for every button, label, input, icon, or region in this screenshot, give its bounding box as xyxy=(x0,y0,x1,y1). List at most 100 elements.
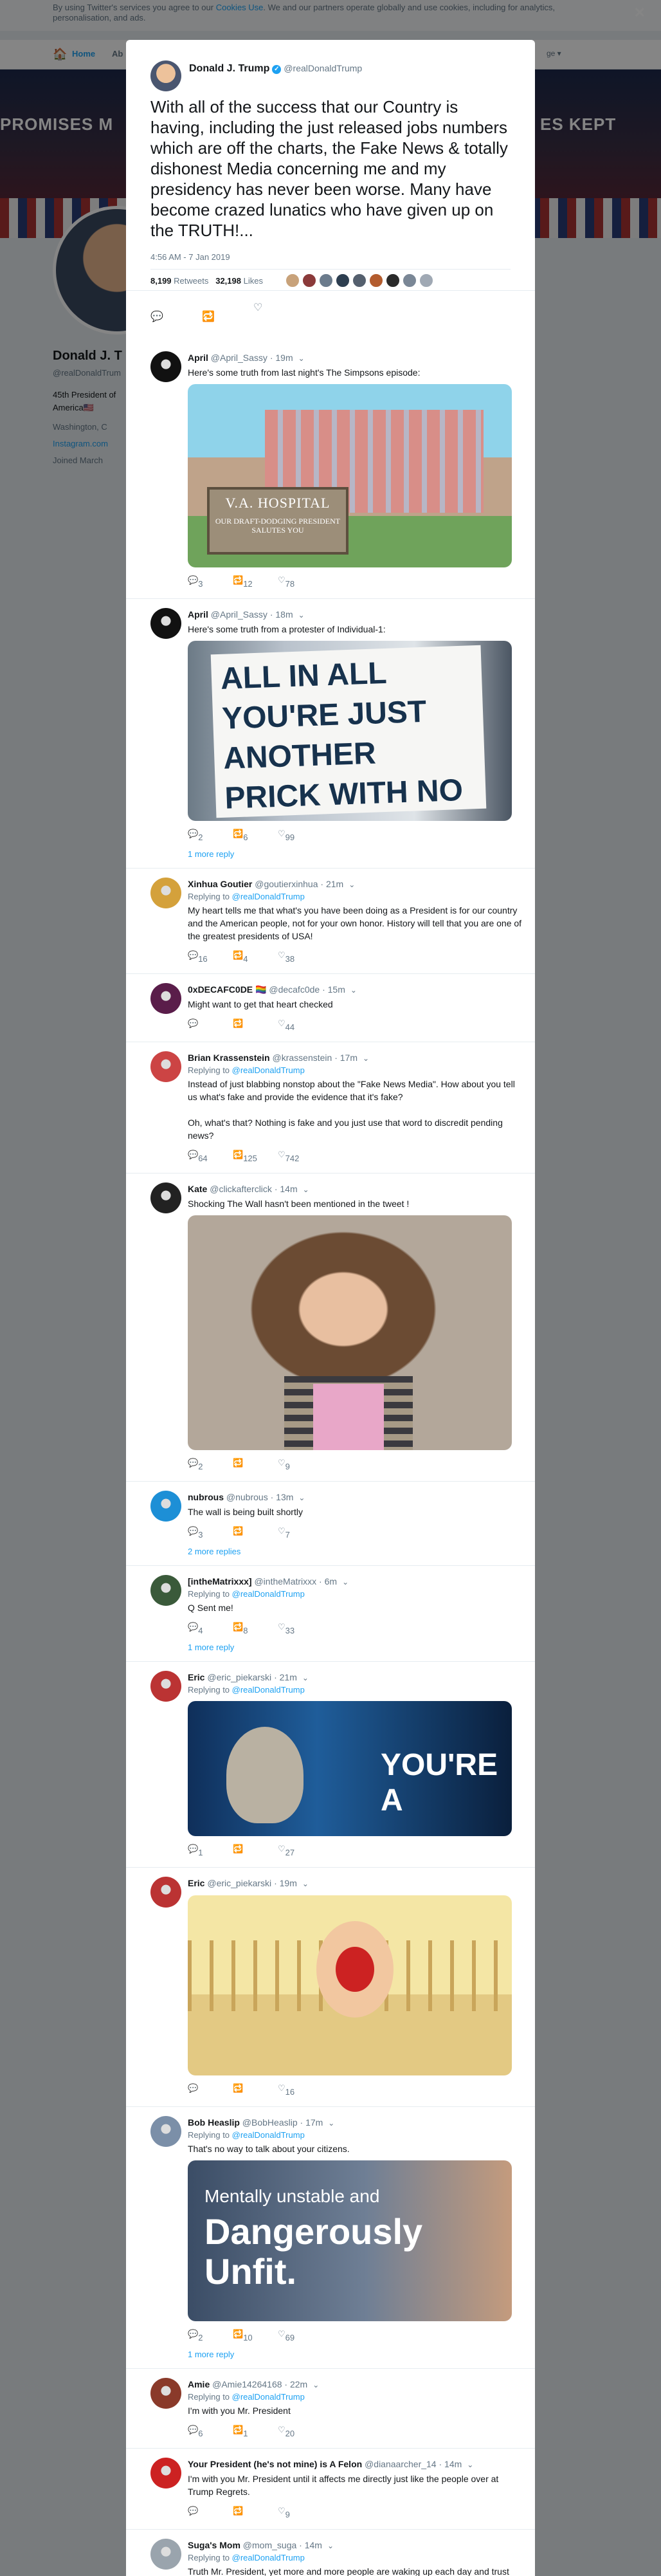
retweet-icon[interactable]: 🔁 xyxy=(233,2083,243,2093)
replying-to-handle[interactable]: @realDonaldTrump xyxy=(232,2553,305,2562)
chevron-down-icon[interactable]: ⌄ xyxy=(302,1879,309,1888)
reply-gif[interactable] xyxy=(188,1895,512,2075)
reply-tweet[interactable]: nubrous @nubrous · 13m ⌄ The wall is being… xyxy=(126,1482,535,1566)
reply-tweet[interactable]: Your President (he's not mine) is A Felo… xyxy=(126,2449,535,2530)
reply-tweet[interactable]: 0xDECAFC0DE 🏳️‍🌈 @decafc0de · 15m ⌄ Might … xyxy=(126,974,535,1042)
reply-image[interactable]: V.A. HOSPITAL OUR DRAFT-DODGING PRESIDENT… xyxy=(188,384,512,567)
liker-avatar[interactable] xyxy=(285,273,300,288)
like-icon[interactable]: ♡ 27 xyxy=(278,1844,294,1857)
reply-icon[interactable]: 💬 16 xyxy=(188,950,208,964)
avatar[interactable] xyxy=(150,2116,181,2147)
chevron-down-icon[interactable]: ⌄ xyxy=(302,1673,309,1682)
retweet-count[interactable]: 8,199 xyxy=(150,276,172,286)
like-count[interactable]: 32,198 xyxy=(215,276,241,286)
tweet-author[interactable]: Donald J. Trump ✓ @realDonaldTrump xyxy=(189,63,362,75)
chevron-down-icon[interactable]: ⌄ xyxy=(298,611,305,620)
like-icon[interactable]: ♡ 99 xyxy=(278,829,294,842)
retweet-icon[interactable]: 🔁 8 xyxy=(233,1622,248,1635)
avatar[interactable] xyxy=(150,1877,181,1908)
avatar[interactable] xyxy=(150,1671,181,1702)
reply-author-name[interactable]: Your President (he's not mine) is A Felo… xyxy=(188,2459,362,2469)
liker-avatar[interactable] xyxy=(336,273,350,288)
avatar[interactable] xyxy=(150,1575,181,1606)
avatar[interactable] xyxy=(150,1182,181,1213)
retweet-icon[interactable]: 🔁 1 xyxy=(233,2425,248,2438)
avatar[interactable] xyxy=(150,983,181,1014)
retweet-icon[interactable]: 🔁 xyxy=(233,2506,243,2516)
retweet-icon[interactable]: 🔁 xyxy=(233,1526,243,1536)
reply-author-name[interactable]: Amie xyxy=(188,2379,210,2389)
reply-author-name[interactable]: [intheMatrixxx] xyxy=(188,1576,252,1587)
chevron-down-icon[interactable]: ⌄ xyxy=(298,354,305,363)
reply-icon[interactable]: 💬 3 xyxy=(188,1526,203,1540)
retweet-icon[interactable]: 🔁 10 xyxy=(233,2329,253,2342)
reply-time[interactable]: 18m xyxy=(275,609,293,620)
reply-tweet[interactable]: Brian Krassenstein @krassenstein · 17m ⌄ R… xyxy=(126,1042,535,1173)
reply-author-name[interactable]: Suga's Mom xyxy=(188,2540,240,2550)
replying-to-handle[interactable]: @realDonaldTrump xyxy=(232,2130,305,2140)
avatar[interactable] xyxy=(150,2539,181,2570)
more-replies-link[interactable]: 1 more reply xyxy=(188,845,522,861)
reply-author-name[interactable]: Xinhua Goutier xyxy=(188,879,252,889)
reply-tweet[interactable]: April @April_Sassy · 19m ⌄ Here's some tru… xyxy=(126,342,535,599)
tweet-timestamp[interactable]: 4:56 AM - 7 Jan 2019 xyxy=(150,252,230,262)
reply-icon[interactable]: 💬 xyxy=(188,1018,198,1029)
retweet-icon[interactable]: 🔁 xyxy=(233,1844,243,1854)
like-icon[interactable]: ♡ 20 xyxy=(278,2425,294,2438)
chevron-down-icon[interactable]: ⌄ xyxy=(328,2119,334,2128)
liker-avatar[interactable] xyxy=(319,273,333,288)
reply-icon[interactable]: 💬 xyxy=(150,310,163,323)
avatar[interactable] xyxy=(150,2458,181,2489)
reply-icon[interactable]: 💬 2 xyxy=(188,2329,203,2342)
liker-avatar[interactable] xyxy=(386,273,400,288)
like-icon[interactable]: ♡ 78 xyxy=(278,575,294,589)
reply-time[interactable]: 15m xyxy=(328,984,345,995)
reply-time[interactable]: 19m xyxy=(275,353,293,363)
like-icon[interactable]: ♡ 9 xyxy=(278,2506,290,2519)
chevron-down-icon[interactable]: ⌄ xyxy=(298,1493,305,1502)
liker-avatars[interactable] xyxy=(285,273,436,290)
liker-avatar[interactable] xyxy=(302,273,316,288)
liker-avatar[interactable] xyxy=(419,273,433,288)
like-icon[interactable]: ♡ 69 xyxy=(278,2329,294,2342)
avatar[interactable] xyxy=(150,878,181,908)
avatar[interactable] xyxy=(150,608,181,639)
reply-icon[interactable]: 💬 4 xyxy=(188,1622,203,1635)
reply-tweet[interactable]: Amie @Amie14264168 · 22m ⌄ Replying to @re… xyxy=(126,2369,535,2449)
replying-to-handle[interactable]: @realDonaldTrump xyxy=(232,1589,305,1599)
reply-time[interactable]: 21m xyxy=(280,1672,297,1682)
avatar[interactable] xyxy=(150,2378,181,2409)
liker-avatar[interactable] xyxy=(352,273,367,288)
reply-author-name[interactable]: April xyxy=(188,609,208,620)
reply-icon[interactable]: 💬 1 xyxy=(188,1844,203,1857)
avatar[interactable] xyxy=(150,60,181,91)
reply-author-name[interactable]: 0xDECAFC0DE 🏳️‍🌈 xyxy=(188,984,266,995)
chevron-down-icon[interactable]: ⌄ xyxy=(349,880,355,889)
like-icon[interactable]: ♡ 7 xyxy=(278,1526,290,1540)
reply-author-name[interactable]: Brian Krassenstein xyxy=(188,1053,270,1063)
reply-tweet[interactable]: Xinhua Goutier @goutierxinhua · 21m ⌄ Repl… xyxy=(126,869,535,974)
reply-author-name[interactable]: Eric xyxy=(188,1878,204,1888)
like-icon[interactable]: ♡ 742 xyxy=(278,1150,299,1163)
avatar[interactable] xyxy=(150,1491,181,1522)
avatar[interactable] xyxy=(150,351,181,382)
more-replies-link[interactable]: 1 more reply xyxy=(188,1639,522,1655)
reply-time[interactable]: 21m xyxy=(326,879,343,889)
like-icon[interactable]: ♡ 16 xyxy=(278,2083,294,2097)
retweet-icon[interactable]: 🔁 4 xyxy=(233,950,248,964)
chevron-down-icon[interactable]: ⌄ xyxy=(363,1054,369,1063)
reply-gif[interactable] xyxy=(188,1215,512,1450)
replying-to-handle[interactable]: @realDonaldTrump xyxy=(232,892,305,901)
reply-time[interactable]: 17m xyxy=(340,1053,358,1063)
reply-author-name[interactable]: Bob Heaslip xyxy=(188,2117,240,2128)
reply-tweet[interactable]: Bob Heaslip @BobHeaslip · 17m ⌄ Replying t… xyxy=(126,2107,535,2369)
like-icon[interactable]: ♡ 44 xyxy=(278,1018,294,1032)
replying-to-handle[interactable]: @realDonaldTrump xyxy=(232,1065,305,1075)
reply-author-name[interactable]: Eric xyxy=(188,1672,204,1682)
reply-tweet[interactable]: Kate @clickafterclick · 14m ⌄ Shocking The… xyxy=(126,1173,535,1482)
reply-author-name[interactable]: Kate xyxy=(188,1184,207,1194)
liker-avatar[interactable] xyxy=(369,273,383,288)
chevron-down-icon[interactable]: ⌄ xyxy=(312,2380,319,2389)
like-icon[interactable]: ♡ 33 xyxy=(278,1622,294,1635)
retweet-icon[interactable]: 🔁 12 xyxy=(233,575,253,589)
